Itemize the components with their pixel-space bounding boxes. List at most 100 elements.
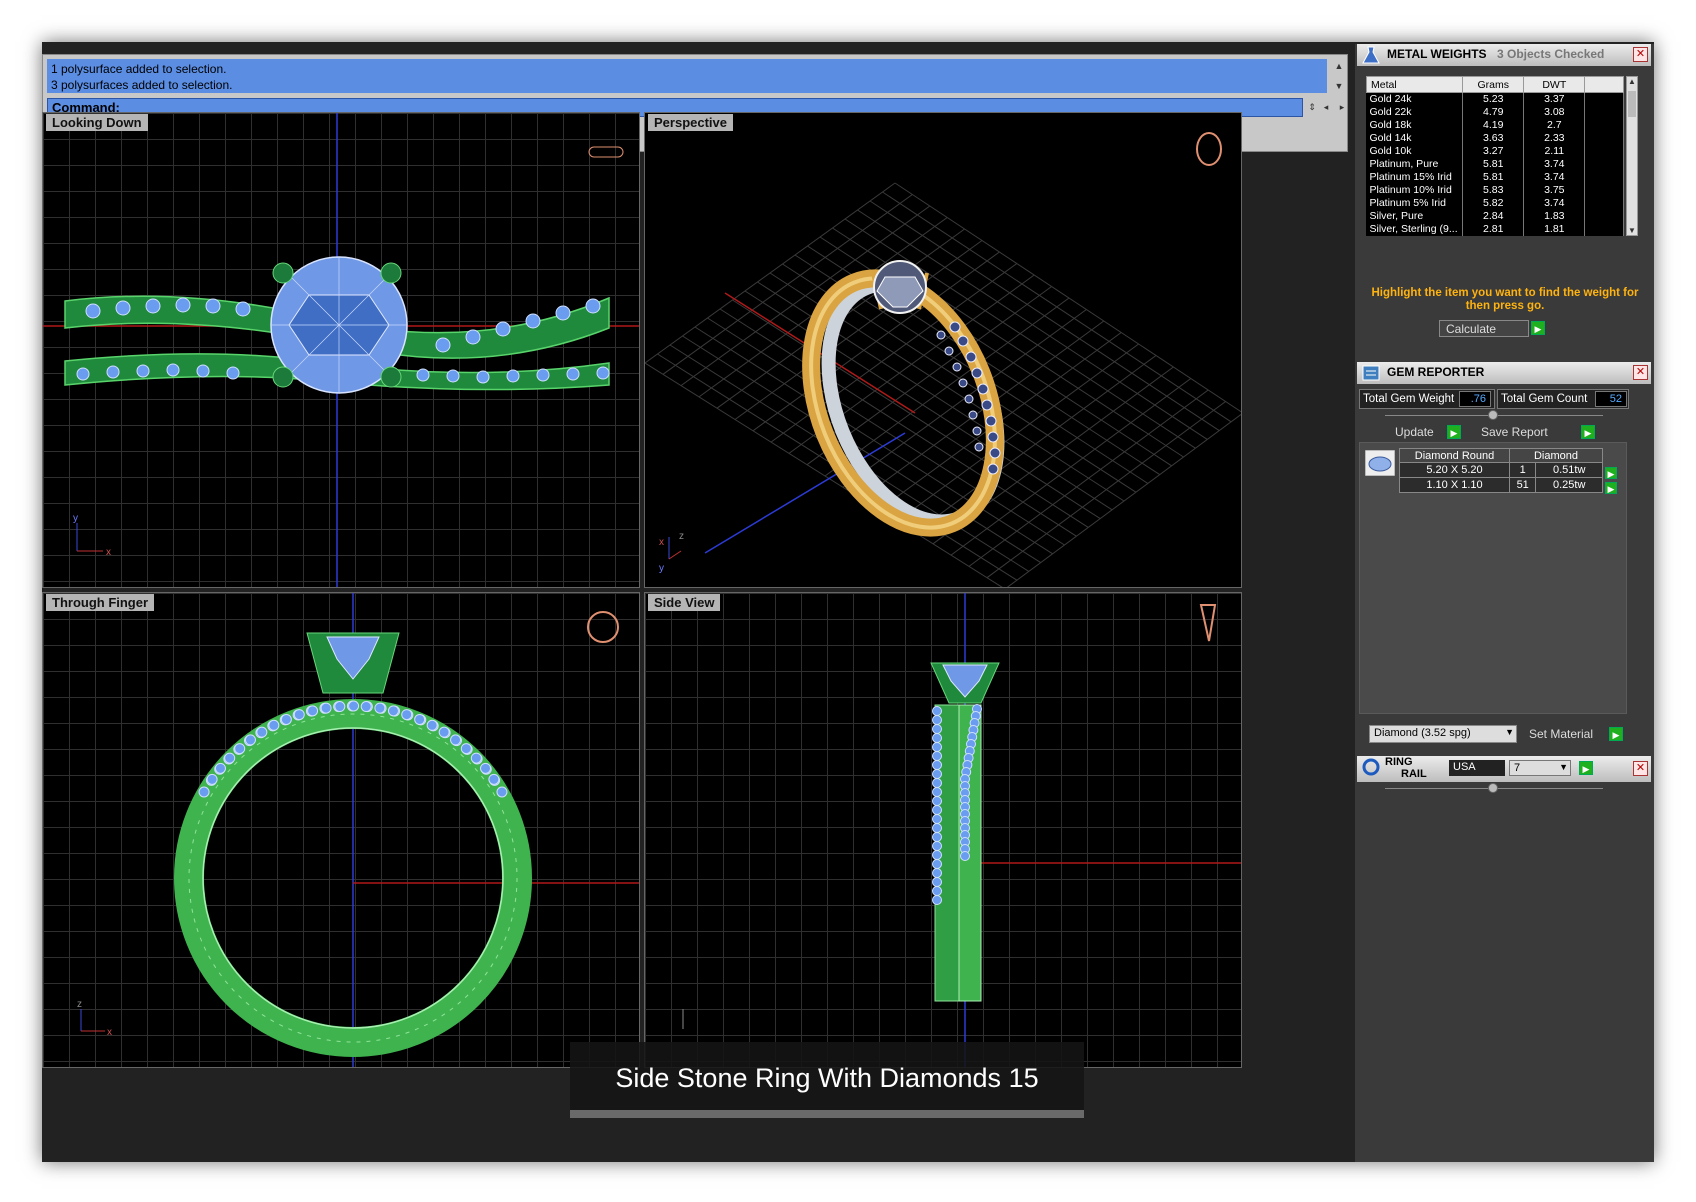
viewport-perspective[interactable]: Perspective z x y [644, 112, 1242, 588]
gem-count: 51 [1508, 477, 1537, 493]
video-progress-bar[interactable] [570, 1110, 1084, 1118]
chevron-down-icon[interactable]: ▼ [1559, 762, 1568, 772]
col-dwt[interactable]: DWT [1523, 76, 1586, 93]
metal-row[interactable]: Silver, Pure 2.84 1.83 [1366, 209, 1624, 223]
close-icon[interactable]: ✕ [1633, 365, 1648, 380]
metal-row[interactable]: Platinum 5% Irid 5.82 3.74 [1366, 196, 1624, 210]
metal-weights-table[interactable]: Metal Grams DWT Gold 24k 5.23 3.37 Gold 22k… [1365, 76, 1624, 236]
viewport-label[interactable]: Perspective [648, 114, 733, 131]
round-diamond-icon [1365, 450, 1395, 476]
viewport-label[interactable]: Side View [648, 594, 721, 611]
grams-value: 5.23 [1462, 92, 1525, 106]
metal-name: Silver, Pure [1366, 209, 1464, 223]
axis-y-label: y [73, 513, 78, 524]
metal-row[interactable]: Gold 14k 3.63 2.33 [1366, 131, 1624, 145]
command-history: 1 polysurface added to selection. 3 poly… [47, 59, 1327, 93]
gem-row-go-icon[interactable]: ▶ [1605, 467, 1617, 479]
metal-row[interactable]: Platinum 15% Irid 5.81 3.74 [1366, 170, 1624, 184]
col-type[interactable]: Diamond [1509, 448, 1603, 463]
plugin-panel: METAL WEIGHTS 3 Objects Checked ✕ Metal … [1355, 44, 1654, 1162]
gem-reporter-title: GEM REPORTER [1387, 365, 1485, 379]
metal-name: Platinum, Pure [1366, 157, 1464, 171]
dwt-value: 3.08 [1523, 105, 1586, 119]
dwt-value: 3.37 [1523, 92, 1586, 106]
set-material-button[interactable]: Set Material [1523, 726, 1607, 743]
metal-name: Gold 18k [1366, 118, 1464, 132]
viewport-label[interactable]: Through Finger [46, 594, 155, 611]
axis-z-label: z [679, 531, 684, 542]
ring-rail-slider-thumb[interactable] [1488, 783, 1498, 793]
scroll-down-icon[interactable]: ▼ [1627, 226, 1637, 235]
arrow-left-icon[interactable]: ◂ [1319, 100, 1333, 114]
grams-value: 5.81 [1462, 170, 1525, 184]
grams-value: 2.81 [1462, 222, 1525, 236]
grams-value: 3.27 [1462, 144, 1525, 158]
material-value: Diamond (3.52 spg) [1374, 727, 1471, 739]
spin-icon[interactable]: ⇕ [1305, 100, 1319, 114]
col-grams[interactable]: Grams [1462, 76, 1525, 93]
metal-row[interactable]: Platinum 10% Irid 5.83 3.75 [1366, 183, 1624, 197]
metal-name: Platinum 5% Irid [1366, 196, 1464, 210]
close-icon[interactable]: ✕ [1633, 47, 1648, 62]
set-material-label: Set Material [1529, 727, 1594, 741]
ring-front-wireframe: z x [77, 593, 639, 1067]
size-select[interactable]: 7 ▼ [1509, 760, 1571, 776]
total-gem-count-value: 52 [1595, 391, 1627, 407]
size-value: 7 [1514, 762, 1521, 774]
gem-row[interactable]: 1.10 X 1.10 51 0.25tw [1399, 477, 1603, 493]
slider-thumb[interactable] [1488, 410, 1498, 420]
ring-rail-title-b: RAIL [1401, 768, 1427, 780]
chevron-down-icon[interactable]: ▼ [1505, 727, 1514, 737]
scroll-up-icon[interactable]: ▲ [1332, 59, 1346, 73]
viewport-label[interactable]: Looking Down [46, 114, 148, 131]
gem-count: 1 [1508, 462, 1537, 478]
update-button[interactable]: Update [1389, 424, 1447, 441]
metal-row[interactable]: Platinum, Pure 5.81 3.74 [1366, 157, 1624, 171]
ring-side-wireframe [682, 593, 1241, 1067]
total-gem-weight-label: Total Gem Weight [1363, 393, 1455, 405]
set-material-go-icon[interactable]: ▶ [1609, 727, 1623, 741]
viewport-through-finger[interactable]: Through Finger z x [42, 592, 640, 1068]
ring-perspective-render: z x y [645, 132, 1241, 587]
metal-name: Gold 24k [1366, 92, 1464, 106]
rhino-window: 1 polysurface added to selection. 3 poly… [42, 42, 1654, 1162]
save-go-icon[interactable]: ▶ [1581, 425, 1595, 439]
metal-row[interactable]: Gold 10k 3.27 2.11 [1366, 144, 1624, 158]
dwt-value: 3.74 [1523, 170, 1586, 184]
table-scrollbar[interactable]: ▲ ▼ [1626, 76, 1638, 236]
update-go-icon[interactable]: ▶ [1447, 425, 1461, 439]
arrow-right-icon[interactable]: ▸ [1335, 100, 1349, 114]
metal-row[interactable]: Silver, Sterling (9... 2.81 1.81 [1366, 222, 1624, 236]
scroll-down-icon[interactable]: ▼ [1332, 79, 1346, 93]
gem-row[interactable]: 5.20 X 5.20 1 0.51tw [1399, 462, 1603, 478]
ring-rail-go-icon[interactable]: ▶ [1579, 761, 1593, 775]
viewport-looking-down[interactable]: Looking Down y x [42, 112, 640, 588]
total-gem-count-label: Total Gem Count [1501, 393, 1588, 405]
scroll-thumb[interactable] [1628, 91, 1636, 117]
flask-icon [1362, 46, 1380, 64]
material-select[interactable]: Diamond (3.52 spg) ▼ [1369, 725, 1517, 743]
close-icon[interactable]: ✕ [1633, 761, 1648, 776]
gem-size: 1.10 X 1.10 [1399, 477, 1510, 493]
viewport-side-view[interactable]: Side View [644, 592, 1242, 1068]
country-select[interactable]: USA [1449, 760, 1505, 776]
metal-row[interactable]: Gold 22k 4.79 3.08 [1366, 105, 1624, 119]
col-shape[interactable]: Diamond Round [1399, 448, 1510, 463]
gem-table[interactable]: Diamond Round Diamond 5.20 X 5.20 1 0.51tw… [1399, 448, 1603, 493]
save-report-button[interactable]: Save Report [1475, 424, 1575, 441]
metal-row[interactable]: Gold 18k 4.19 2.7 [1366, 118, 1624, 132]
gem-row-go-icon[interactable]: ▶ [1605, 482, 1617, 494]
scroll-up-icon[interactable]: ▲ [1627, 77, 1637, 86]
dwt-value: 2.33 [1523, 131, 1586, 145]
grams-value: 5.81 [1462, 157, 1525, 171]
grams-value: 5.82 [1462, 196, 1525, 210]
metal-name: Gold 22k [1366, 105, 1464, 119]
go-button[interactable]: ▶ [1531, 321, 1545, 335]
ring-rail-title-a: RING [1385, 756, 1413, 768]
metal-row[interactable]: Gold 24k 5.23 3.37 [1366, 92, 1624, 106]
col-metal[interactable]: Metal [1365, 76, 1464, 93]
calculate-dropdown[interactable]: Calculate [1439, 320, 1529, 337]
metal-weights-header: METAL WEIGHTS 3 Objects Checked ✕ [1357, 44, 1651, 66]
grams-value: 2.84 [1462, 209, 1525, 223]
total-gem-weight-value: .76 [1459, 391, 1491, 407]
